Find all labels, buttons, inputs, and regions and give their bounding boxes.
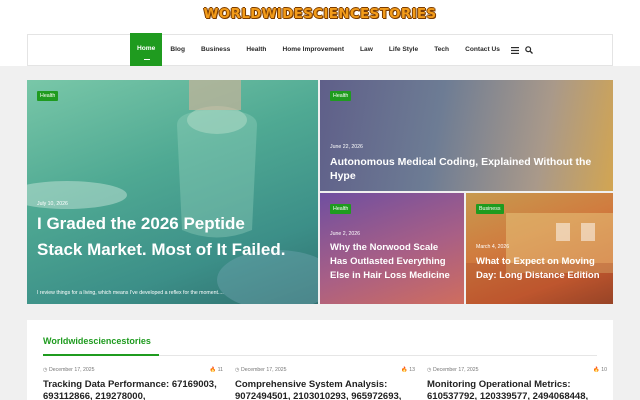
- nav-item-health[interactable]: Health: [238, 35, 274, 65]
- post-date-text: December 17, 2025: [240, 367, 287, 373]
- post-date: March 4, 2026: [476, 244, 510, 250]
- post-date: June 2, 2026: [330, 231, 360, 237]
- site-logo[interactable]: WORLDWIDESCIENCESTORIES: [0, 6, 640, 22]
- flame-icon: 🔥: [209, 367, 217, 373]
- list-item[interactable]: ◷ December 17, 2025 🔥 10 Monitoring Oper…: [427, 367, 607, 400]
- nav-item-tech[interactable]: Tech: [426, 35, 457, 65]
- post-title[interactable]: Monitoring Operational Metrics: 61053779…: [427, 379, 607, 400]
- post-excerpt: I review things for a living, which mean…: [37, 290, 224, 296]
- category-badge[interactable]: Business: [476, 204, 504, 214]
- featured-image: [27, 80, 318, 304]
- post-title[interactable]: I Graded the 2026 Peptide Stack Market. …: [37, 211, 287, 263]
- post-meta: ◷ December 17, 2025 🔥 13: [235, 367, 415, 373]
- post-date: July 10, 2026: [37, 201, 68, 207]
- nav-item-law[interactable]: Law: [352, 35, 381, 65]
- nav-item-business[interactable]: Business: [193, 35, 238, 65]
- featured-post-main[interactable]: Health July 10, 2026 I Graded the 2026 P…: [27, 80, 318, 304]
- section-title: Worldwidesciencestories: [43, 336, 151, 346]
- latest-posts-section: Worldwidesciencestories ◷ December 17, 2…: [27, 320, 613, 400]
- post-meta: ◷ December 17, 2025 🔥 10: [427, 367, 607, 373]
- category-badge[interactable]: Health: [37, 91, 59, 101]
- category-badge[interactable]: Health: [330, 204, 352, 214]
- post-date-text: December 17, 2025: [48, 367, 95, 373]
- post-date: ◷ December 17, 2025: [43, 367, 95, 373]
- nav-item-life-style[interactable]: Life Style: [381, 35, 426, 65]
- view-count: 🔥 10: [593, 367, 607, 373]
- nav-item-contact-us[interactable]: Contact Us: [457, 35, 508, 65]
- featured-post-bottom-right[interactable]: Business March 4, 2026 What to Expect on…: [466, 193, 613, 304]
- flame-icon: 🔥: [593, 367, 600, 373]
- nav-item-home[interactable]: Home: [130, 33, 163, 66]
- nav-item-home-improvement[interactable]: Home Improvement: [274, 35, 352, 65]
- view-count: 🔥 11: [210, 367, 223, 373]
- view-count-text: 10: [601, 367, 607, 373]
- list-item[interactable]: ◷ December 17, 2025 🔥 13 Comprehensive S…: [235, 367, 415, 400]
- post-title[interactable]: Why the Norwood Scale Has Outlasted Ever…: [330, 241, 458, 283]
- view-count: 🔥 13: [401, 367, 415, 373]
- post-title[interactable]: What to Expect on Moving Day: Long Dista…: [476, 255, 608, 283]
- nav-item-blog[interactable]: Blog: [162, 35, 193, 65]
- post-title[interactable]: Comprehensive System Analysis: 907249450…: [235, 379, 415, 400]
- menu-icon[interactable]: [508, 35, 522, 65]
- post-title[interactable]: Autonomous Medical Coding, Explained Wit…: [330, 155, 600, 183]
- main-nav-bar: Home Blog Business Health Home Improveme…: [27, 33, 613, 66]
- list-item[interactable]: ◷ December 17, 2025 🔥 11 Tracking Data P…: [43, 367, 223, 400]
- post-date: June 22, 2026: [330, 144, 363, 150]
- post-date: ◷ December 17, 2025: [235, 367, 287, 373]
- post-date: ◷ December 17, 2025: [427, 367, 479, 373]
- featured-post-bottom-left[interactable]: Health June 2, 2026 Why the Norwood Scal…: [320, 193, 464, 304]
- site-header: WORLDWIDESCIENCESTORIES Home Blog Busine…: [0, 0, 640, 66]
- view-count-text: 13: [409, 367, 415, 373]
- featured-post-top-right[interactable]: Health June 22, 2026 Autonomous Medical …: [320, 80, 613, 191]
- post-date-text: December 17, 2025: [432, 367, 479, 373]
- main-nav: Home Blog Business Health Home Improveme…: [130, 33, 536, 66]
- post-meta: ◷ December 17, 2025 🔥 11: [43, 367, 223, 373]
- view-count-text: 11: [217, 367, 223, 373]
- flame-icon: 🔥: [401, 367, 408, 373]
- section-divider: [43, 354, 597, 356]
- post-title[interactable]: Tracking Data Performance: 67169003, 693…: [43, 379, 223, 400]
- category-badge[interactable]: Health: [330, 91, 352, 101]
- search-icon[interactable]: [522, 35, 536, 65]
